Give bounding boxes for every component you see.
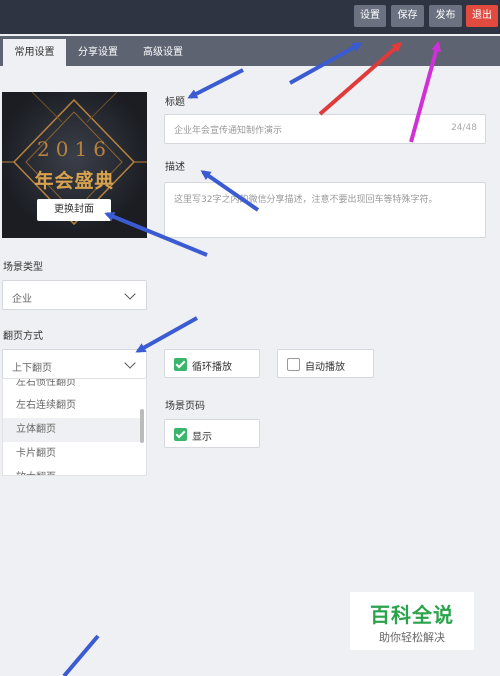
arrow-to-description-label bbox=[200, 170, 260, 212]
arrow-bottom-left bbox=[62, 634, 100, 676]
arrow-to-save-button bbox=[318, 42, 403, 116]
arrow-to-title-label bbox=[187, 68, 244, 99]
arrow-to-settings-button bbox=[289, 42, 363, 85]
annotation-arrows bbox=[62, 41, 441, 676]
arrow-to-page-turn-select bbox=[135, 316, 198, 353]
arrow-to-publish-button bbox=[409, 41, 441, 143]
arrow-to-change-cover-button bbox=[104, 212, 208, 257]
